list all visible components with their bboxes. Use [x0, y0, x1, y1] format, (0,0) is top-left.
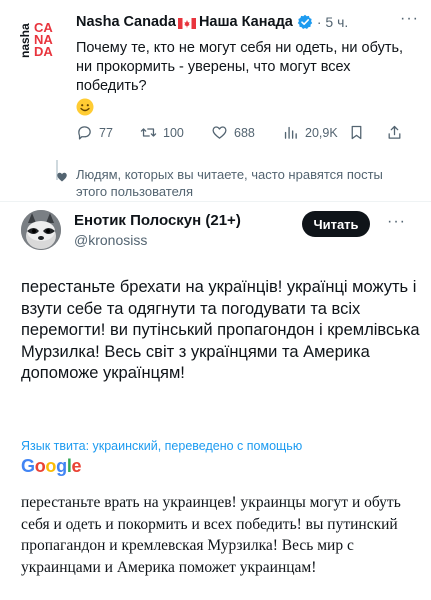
svg-text:DA: DA	[34, 44, 53, 59]
quoted-action-bar: 77 100 688 20,9K	[76, 124, 406, 144]
share-action[interactable]	[386, 124, 409, 141]
social-context-text: Людям, которых вы читаете, часто нравятс…	[76, 167, 383, 199]
tweet-divider	[0, 201, 431, 202]
retweet-count: 100	[163, 125, 184, 140]
bookmark-icon	[351, 125, 362, 140]
quoted-author-name-en[interactable]: Nasha Canada	[76, 14, 176, 30]
views-count: 20,9K	[305, 125, 338, 140]
svg-text:nasha: nasha	[18, 23, 32, 58]
retweet-icon	[140, 128, 157, 137]
quoted-tweet-text: Почему те, кто не могут себя ни одеть, н…	[76, 40, 404, 94]
views-action[interactable]: 20,9K	[282, 124, 338, 141]
quoted-author-name-ru[interactable]: Наша Канада	[199, 14, 293, 30]
smiling-face-emoji-icon	[76, 98, 94, 116]
share-icon	[388, 125, 401, 139]
follow-button[interactable]: Читать	[302, 211, 370, 237]
quoted-timestamp[interactable]: · 5 ч.	[317, 14, 348, 30]
reply-count: 77	[99, 125, 113, 140]
avatar[interactable]	[21, 210, 61, 250]
canada-flag-icon	[177, 17, 196, 29]
nasha-canada-logo[interactable]: nasha CA NA DA	[18, 14, 62, 60]
author-handle[interactable]: @kronosiss	[74, 232, 147, 248]
retweet-action[interactable]: 100	[140, 124, 184, 141]
google-logo: Google	[21, 456, 82, 476]
views-chart-icon	[284, 126, 297, 139]
like-action[interactable]: 688	[211, 124, 255, 141]
heart-icon	[212, 126, 227, 139]
social-context-heart-icon	[56, 170, 68, 182]
translation-note-link[interactable]: Язык твита: украинский, переведено с пом…	[21, 439, 421, 453]
quoted-author-row[interactable]: Nasha Canada Наша Канада · 5 ч.	[76, 14, 348, 30]
tweet-more-icon[interactable]: ···	[387, 213, 406, 231]
raccoon-avatar-icon	[21, 210, 61, 250]
like-count: 688	[234, 125, 255, 140]
translated-tweet-text: перестаньте врать на украинцев! украинцы…	[21, 494, 401, 576]
tweet-text: перестаньте брехати на українців! україн…	[21, 278, 420, 382]
author-display-name[interactable]: Енотик Полоскун (21+)	[74, 212, 241, 229]
reply-icon	[78, 126, 91, 140]
bookmark-action[interactable]	[348, 124, 371, 141]
quoted-more-icon[interactable]: ···	[400, 10, 419, 28]
verified-badge-icon	[297, 14, 313, 30]
reply-action[interactable]: 77	[76, 124, 113, 141]
